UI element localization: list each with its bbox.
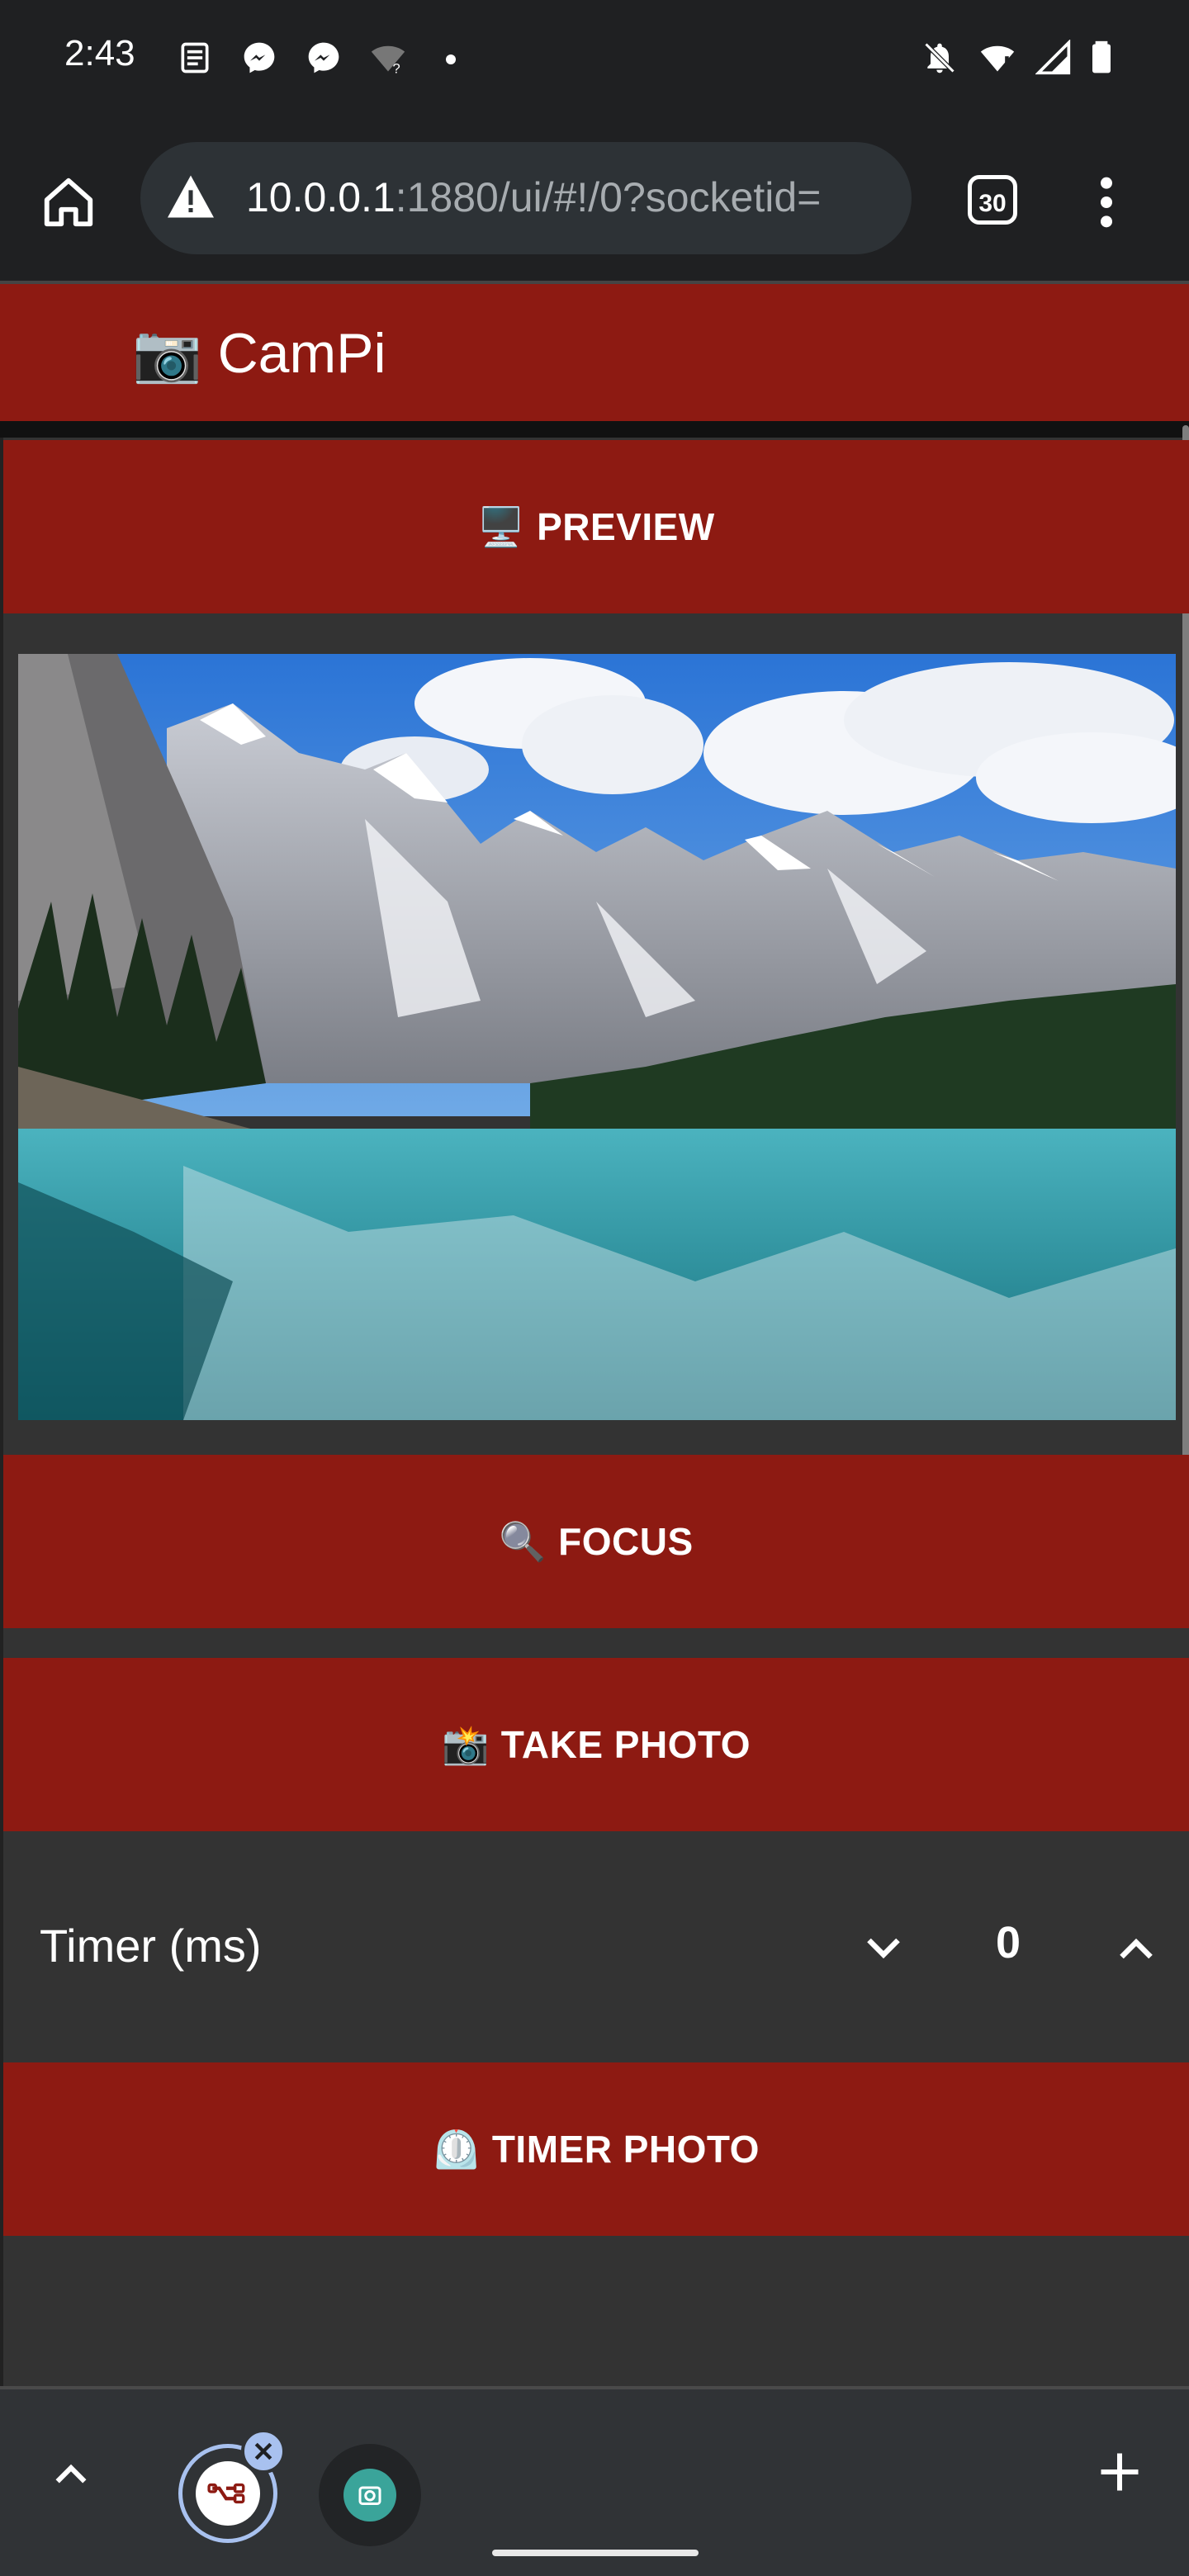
warning-icon — [168, 175, 214, 218]
landscape-preview — [18, 654, 1176, 1420]
camera-preview-image — [18, 654, 1176, 1420]
monitor-icon: 🖥️ — [477, 504, 526, 548]
browser-toolbar: 10.0.0.1:1880/ui/#!/0?socketid= 30 — [0, 124, 1189, 281]
chevron-down-icon[interactable] — [859, 1924, 908, 1973]
timer-value[interactable]: 0 — [988, 1917, 1029, 1968]
app-title: 📷 CamPi — [132, 320, 386, 386]
url-host: 10.0.0.1 — [246, 174, 396, 220]
take-photo-button[interactable]: 📸 TAKE PHOTO — [3, 1658, 1189, 1831]
wifi-icon — [980, 45, 1015, 72]
home-icon[interactable] — [40, 173, 97, 231]
focus-label: FOCUS — [558, 1520, 694, 1563]
node-red-icon — [196, 2461, 260, 2526]
tab-strip — [0, 2386, 1189, 2576]
timer-photo-label: TIMER PHOTO — [491, 2128, 760, 2171]
status-bar: 2:43 ? — [0, 0, 1189, 124]
focus-button[interactable]: 🔍 FOCUS — [3, 1455, 1189, 1628]
url-path: :1880/ui/#!/0?socketid= — [395, 174, 822, 220]
messenger-icon — [308, 42, 339, 73]
take-photo-label: TAKE PHOTO — [500, 1723, 751, 1766]
svg-text:?: ? — [393, 61, 400, 76]
address-bar[interactable]: 10.0.0.1:1880/ui/#!/0?socketid= — [140, 142, 912, 254]
news-icon — [181, 42, 209, 73]
wifi-unknown-icon: ? — [371, 45, 405, 76]
magnifier-icon: 🔍 — [499, 1519, 547, 1563]
camera-emoji-icon: 📷 — [132, 322, 202, 385]
chevron-up-icon[interactable] — [48, 2451, 94, 2497]
messenger-icon — [244, 42, 275, 73]
more-vert-icon[interactable] — [1090, 173, 1123, 231]
new-tab-icon[interactable] — [1095, 2447, 1144, 2497]
dot-icon — [446, 54, 456, 64]
preview-button[interactable]: 🖥️ PREVIEW — [3, 440, 1189, 613]
timer-clock-icon: ⏲️ — [433, 2127, 481, 2171]
camera-icon — [343, 2469, 396, 2522]
close-icon — [254, 2442, 272, 2460]
timer-label: Timer (ms) — [40, 1920, 262, 1972]
status-time: 2:43 — [64, 33, 135, 73]
close-tab-button[interactable] — [241, 2429, 286, 2474]
camera-flash-icon: 📸 — [441, 1722, 490, 1766]
gesture-nav-handle[interactable] — [492, 2550, 699, 2556]
url-text: 10.0.0.1:1880/ui/#!/0?socketid= — [246, 173, 890, 221]
app-header: 📷 CamPi — [0, 281, 1189, 421]
tab-camera[interactable] — [319, 2444, 421, 2546]
preview-label: PREVIEW — [537, 505, 715, 548]
tab-switcher-button[interactable]: 30 — [968, 175, 1017, 225]
bell-off-icon — [924, 42, 955, 73]
chevron-up-icon[interactable] — [1111, 1924, 1161, 1973]
signal-icon — [1035, 40, 1071, 75]
timer-photo-button[interactable]: ⏲️ TIMER PHOTO — [3, 2062, 1189, 2236]
app-title-text: CamPi — [217, 322, 386, 385]
battery-icon — [1092, 40, 1111, 73]
